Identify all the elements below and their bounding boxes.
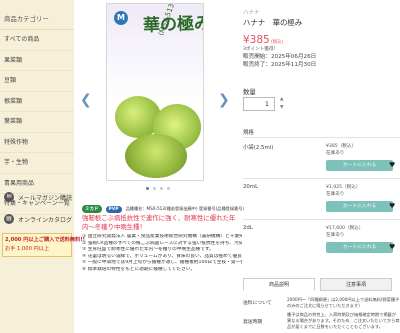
category-item-potatoes[interactable]: 芋・生物: [0, 153, 74, 174]
description-headline: 強靭根こぶ病抵抗性で連作に強く、耐寒性に優れた年内〜冬穫り中晩生種！: [82, 214, 236, 231]
banner-line-1: 2,000 円以上ご購入で送料無料!!: [5, 237, 86, 243]
online-catalog-link[interactable]: ▤ オンラインカタログ: [4, 214, 72, 224]
brand-logo-icon: M: [114, 11, 128, 25]
product-gallery: ❮ M 華の極み (MSX-513) ❯: [80, 0, 230, 198]
pvp-badge: PVP: [105, 205, 122, 213]
product-tabs: 商品説明 注意事項: [243, 278, 400, 291]
shipping-term-text: 2000円～「四種郵便」は2,000円以上で送料無料(野菜種子のみのご注文に限ら…: [287, 297, 400, 308]
mail-magazine-link[interactable]: ✉ メールマガジン購読: [4, 192, 72, 202]
category-heading: 商品カテゴリー: [0, 0, 74, 30]
mail-magazine-label: メールマガジン購読: [18, 194, 73, 202]
quantity-increment-icon[interactable]: ▲: [280, 97, 285, 102]
spec-label: 規格: [243, 130, 254, 136]
gallery-dot[interactable]: [167, 187, 170, 190]
description-bullet: ① 国立研究開発法人 農業・食品産業技術総合研究機構（農研機構）と千葉県、丸種株…: [82, 234, 242, 239]
variant-row: 小袋(2.5ml) ¥385（税込） 在庫あり カートに入れる ♥: [243, 137, 400, 181]
variant-name: 20mL: [243, 184, 259, 190]
mail-icon: ✉: [4, 192, 14, 202]
gallery-pagination: [146, 187, 170, 190]
description-bullet: ⑥ 標準栽培の特性をもとに適期に播種してください。: [82, 266, 196, 272]
product-description: ミカド PVP 品種種名：MSX-513(種苗登録出願中) 登録番号(品種登録番…: [80, 200, 244, 333]
category-item-produce[interactable]: 青果用商品: [0, 174, 74, 194]
quantity-input[interactable]: 1: [243, 97, 275, 111]
variant-price: ¥385（税込）: [326, 144, 357, 149]
product-brand: ハナナ: [243, 10, 260, 16]
favorite-heart-icon[interactable]: ♥: [389, 243, 395, 251]
tab-description[interactable]: 商品説明: [243, 278, 315, 291]
shipping-time-label: 発送時期: [243, 320, 263, 325]
sales-start-date: 販売開始：2025年06月26日: [243, 54, 317, 60]
variant-stock: 在庫あり: [326, 192, 345, 197]
product-title: ハナナ 華の極み: [243, 18, 303, 27]
catalog-icon: ▤: [4, 214, 14, 224]
favorite-heart-icon[interactable]: ♥: [389, 202, 395, 210]
description-bullet: ② 強靭CR品種のすべての根こぶ病菌レースに対する強い抵抗性を持ち、汚染圃場でも…: [82, 240, 242, 246]
brand-badge: ミカド: [82, 205, 102, 213]
shipping-time-text: 種子は商品の特性上、入荷時期及び価格確定時期で掲載が異なる場合があります。そのた…: [287, 312, 400, 329]
sales-end-date: 販売終了：2025年11月30日: [243, 62, 317, 68]
category-item-beans[interactable]: 豆類: [0, 71, 74, 92]
broccoli-image: [125, 134, 187, 178]
add-to-cart-button[interactable]: カートに入れる: [326, 160, 393, 171]
gallery-dot[interactable]: [160, 187, 163, 190]
product-price: ¥385: [243, 34, 270, 46]
variant-name: 小袋(2.5ml): [243, 145, 274, 151]
gallery-dot[interactable]: [153, 187, 156, 190]
variant-row: 20mL ¥1,925（税込） 在庫あり カートに入れる ♥: [243, 178, 400, 222]
variant-stock: 在庫あり: [326, 233, 345, 238]
category-item-leaf-vegetables[interactable]: 葉菜類: [0, 112, 74, 133]
points-earned: 3ポイント獲得!: [243, 47, 276, 52]
shipping-term-label: 送料について: [243, 301, 272, 306]
category-sidebar: 商品カテゴリー すべての商品 果菜類 豆類 根菜類 葉菜類 特殊作物 芋・生物 …: [0, 0, 86, 333]
quantity-decrement-icon[interactable]: ▼: [280, 105, 285, 110]
variety-registration-text: 品種種名：MSX-513(種苗登録出願中) 登録番号(品種登録番号): [125, 206, 245, 211]
variant-name: 2dL: [243, 225, 253, 231]
tab-notes[interactable]: 注意事項: [320, 278, 392, 291]
banner-line-2: お手 1,000 円以上: [5, 246, 50, 252]
free-shipping-banner[interactable]: 2,000 円以上ご購入で送料無料!! お手 1,000 円以上: [2, 233, 86, 257]
variant-stock: 在庫あり: [326, 151, 345, 156]
category-item-special-crops[interactable]: 特殊作物: [0, 133, 74, 153]
quantity-label: 数量: [243, 88, 256, 96]
price-tax-note: (税込): [271, 40, 284, 45]
certification-badges: ミカド PVP 品種種名：MSX-513(種苗登録出願中) 登録番号(品種登録番…: [82, 205, 244, 213]
add-to-cart-button[interactable]: カートに入れる: [326, 201, 393, 212]
favorite-heart-icon[interactable]: ♥: [389, 161, 395, 169]
gallery-prev-arrow[interactable]: ❮: [80, 92, 92, 108]
description-bullet: ⑤ 一般に中間地では9月上旬から播種が適し、播種後約100日で主枝・第一側枝が収…: [82, 260, 242, 266]
variant-price: ¥1,925（税込）: [326, 185, 361, 190]
sales-period: 販売開始：2025年06月26日 販売終了：2025年11月30日: [243, 53, 316, 69]
category-item-all[interactable]: すべての商品: [0, 30, 74, 51]
variant-row: 2dL ¥17,600（税込） 在庫あり カートに入れる ♥: [243, 219, 400, 263]
description-bullet: ④ 花蕾は明るい濃緑で、ボリュームがあり、食味の良い、品質は極めて優良です。: [82, 253, 242, 259]
category-item-fruit-vegetables[interactable]: 果菜類: [0, 51, 74, 71]
category-item-root-vegetables[interactable]: 根菜類: [0, 92, 74, 112]
add-to-cart-button[interactable]: カートに入れる: [326, 242, 393, 253]
online-catalog-label: オンラインカタログ: [18, 216, 73, 224]
description-bullets: ① 国立研究開発法人 農業・食品産業技術総合研究機構（農研機構）と千葉県、丸種株…: [82, 234, 242, 274]
gallery-next-arrow[interactable]: ❯: [218, 92, 230, 108]
gallery-dot[interactable]: [146, 187, 149, 190]
variant-price: ¥17,600（税込）: [326, 226, 364, 231]
product-package-image[interactable]: M 華の極み (MSX-513): [106, 3, 204, 181]
description-bullet: ③ 生育旺盛で耐寒性に優れた年内〜冬穫りの中晩生品種です。: [82, 247, 214, 253]
